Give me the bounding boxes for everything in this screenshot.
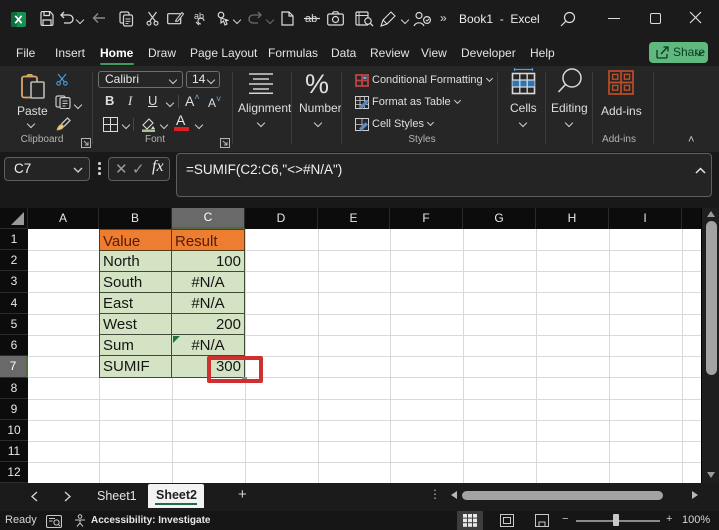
svg-text:ab: ab [194,11,204,21]
